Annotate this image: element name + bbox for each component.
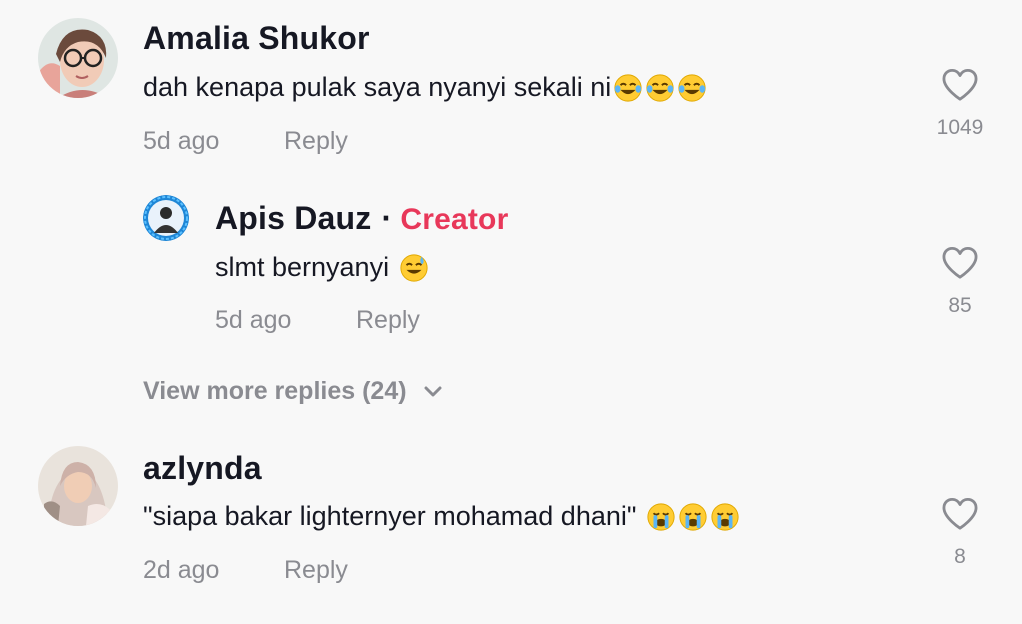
reply-button[interactable]: Reply bbox=[284, 127, 348, 156]
avatar[interactable] bbox=[38, 446, 118, 526]
avatar[interactable] bbox=[38, 18, 118, 98]
comment-timestamp: 5d ago bbox=[143, 127, 220, 155]
crying-emoji-icon bbox=[710, 502, 740, 532]
comment-text-body: "siapa bakar lighternyer mohamad dhani" bbox=[143, 501, 637, 531]
comment-username[interactable]: Amalia Shukor bbox=[143, 20, 370, 57]
like-button[interactable]: 85 bbox=[930, 246, 990, 318]
creator-badge: Creator bbox=[400, 203, 509, 236]
separator-dot: · bbox=[381, 200, 393, 236]
like-count: 85 bbox=[948, 294, 972, 317]
chevron-down-icon bbox=[424, 386, 442, 396]
reply-item: Apis Dauz · Creator slmt bernyanyi 5d ago … bbox=[0, 190, 1022, 350]
tears-of-joy-emoji-icon bbox=[677, 73, 707, 103]
crying-emoji-icon bbox=[646, 502, 676, 532]
view-more-label: View more replies (24) bbox=[143, 377, 407, 405]
tears-of-joy-emoji-icon bbox=[613, 73, 643, 103]
tears-of-joy-emoji-icon bbox=[645, 73, 675, 103]
heart-icon[interactable] bbox=[941, 497, 979, 531]
comment-text-body: dah kenapa pulak saya nyanyi sekali ni bbox=[143, 72, 612, 102]
view-more-replies-button[interactable]: View more replies (24) bbox=[143, 377, 443, 406]
creator-username[interactable]: Apis Dauz bbox=[215, 200, 372, 236]
reply-button[interactable]: Reply bbox=[284, 556, 348, 585]
reply-text: slmt bernyanyi bbox=[215, 252, 429, 283]
like-button[interactable]: 1049 bbox=[930, 68, 990, 140]
comment-item: azlynda "siapa bakar lighternyer mohamad… bbox=[0, 440, 1022, 624]
like-count: 8 bbox=[954, 545, 966, 568]
heart-icon[interactable] bbox=[941, 68, 979, 102]
like-count: 1049 bbox=[936, 116, 984, 139]
comment-username[interactable]: azlynda bbox=[143, 450, 262, 487]
comment-item: Amalia Shukor dah kenapa pulak saya nyan… bbox=[0, 0, 1022, 170]
grinning-sweat-emoji-icon bbox=[399, 253, 429, 283]
like-button[interactable]: 8 bbox=[930, 497, 990, 569]
crying-emoji-icon bbox=[678, 502, 708, 532]
reply-timestamp: 5d ago bbox=[215, 306, 292, 334]
heart-icon[interactable] bbox=[941, 246, 979, 280]
comment-text: "siapa bakar lighternyer mohamad dhani" bbox=[143, 501, 740, 532]
reply-button[interactable]: Reply bbox=[356, 306, 420, 335]
reply-text-body: slmt bernyanyi bbox=[215, 252, 390, 282]
comment-timestamp: 2d ago bbox=[143, 556, 220, 584]
creator-avatar[interactable] bbox=[143, 195, 189, 241]
reply-username: Apis Dauz · Creator bbox=[215, 200, 508, 237]
comment-text: dah kenapa pulak saya nyanyi sekali ni bbox=[143, 72, 707, 103]
